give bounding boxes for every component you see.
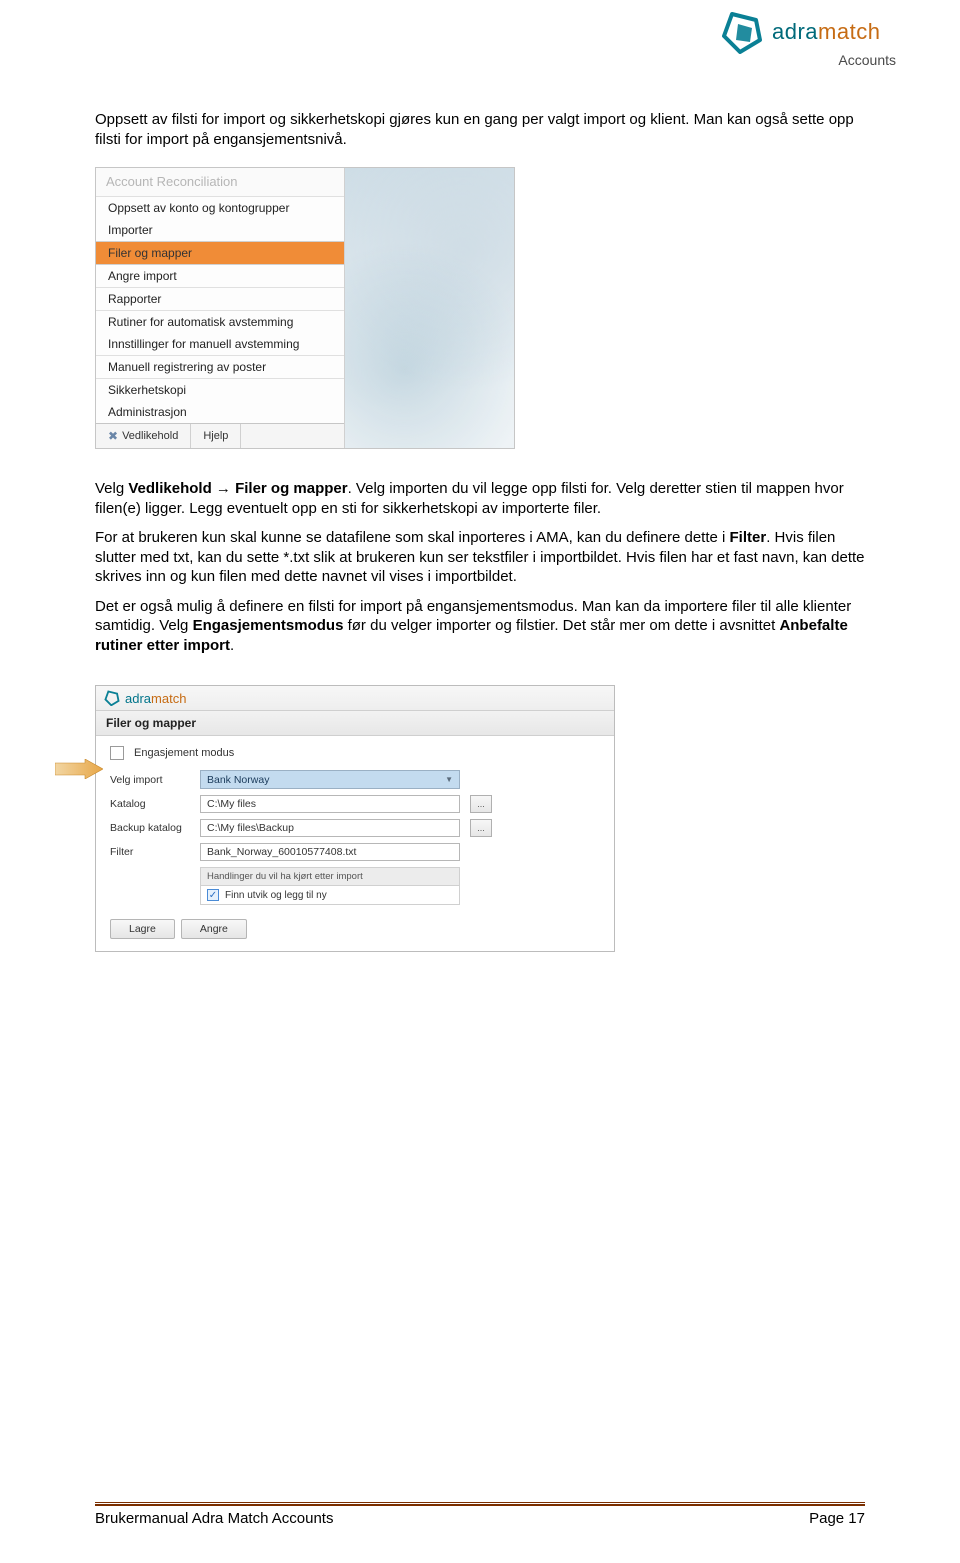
brand-logo: adramatch Accounts: [720, 10, 900, 68]
menu-background-image: [345, 168, 514, 448]
chevron-down-icon: ▼: [445, 775, 453, 784]
action-checkbox[interactable]: ✓: [207, 889, 219, 901]
paragraph-2: Velg Vedlikehold → Filer og mapper. Velg…: [95, 479, 865, 518]
menu-item[interactable]: Administrasjon: [96, 401, 344, 423]
save-button[interactable]: Lagre: [110, 919, 175, 939]
backup-input[interactable]: C:\My files\Backup: [200, 819, 460, 837]
engagement-mode-label: Engasjement modus: [134, 747, 234, 759]
menu-item[interactable]: Angre import: [96, 265, 344, 287]
menu-item[interactable]: Importer: [96, 219, 344, 241]
intro-line-1: Oppsett av filsti for import og sikkerhe…: [95, 111, 694, 128]
menu-item[interactable]: Manuell registrering av poster: [96, 355, 344, 378]
menu-header: Account Reconciliation: [96, 168, 344, 197]
action-checkbox-row[interactable]: ✓ Finn utvik og legg til ny: [200, 885, 460, 905]
logo-mark-icon: [720, 10, 764, 54]
cancel-button[interactable]: Angre: [181, 919, 247, 939]
katalog-browse-button[interactable]: ...: [470, 795, 492, 813]
menu-tab-vedlikehold[interactable]: ✖ Vedlikehold: [96, 424, 191, 448]
logo-text: adramatch: [772, 19, 880, 45]
engagement-mode-checkbox[interactable]: [110, 746, 124, 760]
menu-item[interactable]: Rapporter: [96, 287, 344, 310]
callout-arrow-icon: [55, 759, 103, 779]
dialog-screenshot: adramatch Filer og mapper Engasjement mo…: [95, 685, 615, 952]
import-label: Velg import: [110, 774, 190, 786]
menu-tab-hjelp-label: Hjelp: [203, 430, 228, 442]
katalog-label: Katalog: [110, 798, 190, 810]
menu-tab-vedlikehold-label: Vedlikehold: [122, 430, 178, 442]
logo-subtitle: Accounts: [720, 52, 900, 68]
katalog-input[interactable]: C:\My files: [200, 795, 460, 813]
intro-paragraph: Oppsett av filsti for import og sikkerhe…: [95, 110, 865, 149]
backup-label: Backup katalog: [110, 822, 190, 834]
menu-item[interactable]: Sikkerhetskopi: [96, 378, 344, 401]
wrench-icon: ✖: [108, 429, 118, 443]
paragraph-4: Det er også mulig å definere en filsti f…: [95, 597, 865, 656]
menu-item[interactable]: Innstillinger for manuell avstemming: [96, 333, 344, 355]
menu-tab-hjelp[interactable]: Hjelp: [191, 424, 241, 448]
footer-page: Page 17: [809, 1510, 865, 1527]
action-checkbox-label: Finn utvik og legg til ny: [225, 890, 327, 901]
footer-title: Brukermanual Adra Match Accounts: [95, 1510, 333, 1527]
menu-item[interactable]: Filer og mapper: [96, 241, 344, 265]
actions-header: Handlinger du vil ha kjørt etter import: [200, 867, 460, 885]
import-select[interactable]: Bank Norway ▼: [200, 770, 460, 789]
filter-label: Filter: [110, 846, 190, 858]
dialog-title: Filer og mapper: [96, 711, 614, 736]
dialog-logo-icon: [104, 690, 120, 706]
menu-item[interactable]: Rutiner for automatisk avstemming: [96, 310, 344, 333]
paragraph-3: For at brukeren kun skal kunne se datafi…: [95, 528, 865, 587]
menu-item[interactable]: Oppsett av konto og kontogrupper: [96, 197, 344, 219]
menu-screenshot: Account Reconciliation Oppsett av konto …: [95, 167, 515, 449]
filter-input[interactable]: Bank_Norway_60010577408.txt: [200, 843, 460, 861]
backup-browse-button[interactable]: ...: [470, 819, 492, 837]
page-footer: Brukermanual Adra Match Accounts Page 17: [95, 1502, 865, 1527]
dialog-toolbar: adramatch: [96, 686, 614, 711]
